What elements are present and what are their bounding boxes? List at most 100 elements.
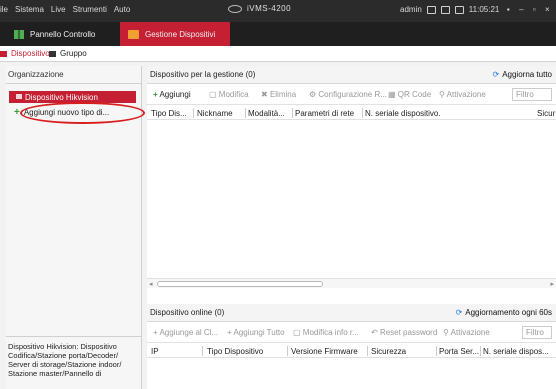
activation-label: Attivazione [450, 328, 490, 337]
edit-icon: ▢ [293, 328, 301, 337]
device-icon [0, 50, 7, 57]
reset-password-label: Reset password [379, 328, 438, 337]
refresh-icon: ⟳ [492, 70, 500, 79]
menu-auto[interactable]: Auto [114, 5, 130, 14]
plus-icon: + [153, 90, 158, 99]
qr-code-label: QR Code [397, 90, 432, 99]
managed-horizontal-scrollbar[interactable]: ◂ ▸ [147, 278, 556, 288]
edit-icon: ▢ [209, 90, 217, 99]
menu-file[interactable]: ile [0, 5, 8, 14]
managed-table-header: Tipo Dis... Nickname Modalità... Paramet… [147, 106, 556, 120]
modify-label: Modifica [218, 90, 249, 99]
device-icon [128, 29, 139, 39]
organization-panel: Organizzazione Dispositivo Hikvision + A… [6, 66, 145, 389]
add-all-button[interactable]: + Aggiungi Tutto [227, 328, 285, 337]
auto-refresh-label: Aggiornamento ogni 60s [465, 308, 552, 317]
remote-config-button[interactable]: ⚙ Configurazione R... [309, 90, 387, 99]
col-divider [292, 108, 293, 118]
col-firmware[interactable]: Versione Firmware [291, 347, 358, 356]
pin-button[interactable]: ▪ [504, 5, 512, 14]
col-divider [202, 346, 203, 356]
online-filter-input[interactable]: Filtro [522, 326, 552, 339]
maximize-button[interactable]: ▫ [530, 5, 538, 14]
reset-icon: ↶ [371, 328, 378, 337]
main-tabbar: Pannello Controllo Gestione Dispositivi [0, 22, 556, 46]
refresh-icon: ⟳ [455, 308, 463, 317]
tab-pannello-controllo[interactable]: Pannello Controllo [6, 22, 114, 46]
gear-icon: ⚙ [309, 90, 317, 99]
sub-tabbar: Dispositivo Gruppo [0, 46, 556, 62]
title-bar: ile Sistema Live Strumenti Auto iVMS-420… [0, 0, 556, 22]
organization-header: Organizzazione [6, 66, 141, 84]
subtab-label: Gruppo [60, 49, 87, 58]
col-serial[interactable]: N. seriale dispos... [483, 347, 549, 356]
managed-toolbar: + Aggiungi ▢ Modifica ✖ Elimina ⚙ Config… [147, 85, 556, 105]
plus-icon: + [153, 328, 158, 337]
device-type-description: Dispositivo Hikvision: Dispositivo Codif… [8, 342, 122, 378]
app-logo-icon [228, 5, 242, 13]
add-to-client-button[interactable]: + Aggiunge al Cl... [153, 328, 218, 337]
online-toolbar: + Aggiunge al Cl... + Aggiungi Tutto ▢ M… [147, 323, 556, 343]
qr-code-icon: ▦ [388, 90, 396, 99]
minimize-button[interactable]: – [517, 5, 525, 14]
activation-icon: ⚲ [443, 328, 449, 337]
col-divider [362, 108, 363, 118]
col-port[interactable]: Porta Ser... [439, 347, 479, 356]
annotation-circle [20, 102, 145, 124]
modify-button[interactable]: ▢ Modifica [209, 90, 249, 99]
col-divider [287, 346, 288, 356]
refresh-all-button[interactable]: ⟳ Aggiorna tutto [492, 70, 552, 79]
scroll-left-icon[interactable]: ◂ [149, 280, 153, 288]
message-icon[interactable] [440, 5, 450, 14]
divider [6, 336, 142, 337]
user-name[interactable]: admin [400, 5, 422, 14]
reset-password-button[interactable]: ↶ Reset password [371, 328, 437, 337]
add-all-label: Aggiungi Tutto [233, 328, 285, 337]
plus-icon: + [227, 328, 232, 337]
menu-live[interactable]: Live [51, 5, 66, 14]
tab-label: Pannello Controllo [30, 29, 96, 39]
col-serial[interactable]: N. seriale dispositivo. [365, 109, 441, 118]
col-security[interactable]: Sicurezza [371, 347, 406, 356]
plus-icon: + [14, 107, 20, 118]
auto-refresh-button[interactable]: ⟳ Aggiornamento ogni 60s [456, 308, 552, 317]
subtab-dispositivo[interactable]: Dispositivo [0, 49, 50, 58]
col-ip[interactable]: IP [151, 347, 159, 356]
menu-sistema[interactable]: Sistema [15, 5, 44, 14]
add-to-client-label: Aggiunge al Cl... [159, 328, 219, 337]
col-divider [245, 108, 246, 118]
scroll-right-icon[interactable]: ▸ [550, 280, 554, 288]
col-device-type[interactable]: Tipo Dispositivo [207, 347, 263, 356]
lock-icon[interactable] [426, 5, 436, 14]
activation-button[interactable]: ⚲ Attivazione [439, 90, 486, 99]
delete-label: Elimina [269, 90, 297, 99]
user-area: admin 11:05:21 ▪ – ▫ × [400, 5, 551, 14]
modify-network-button[interactable]: ▢ Modifica info r... [293, 328, 359, 337]
delete-button[interactable]: ✖ Elimina [261, 90, 296, 99]
subtab-gruppo[interactable]: Gruppo [49, 49, 87, 58]
col-network-params[interactable]: Parametri di rete [295, 109, 354, 118]
refresh-all-label: Aggiorna tutto [502, 70, 552, 79]
activation-button[interactable]: ⚲ Attivazione [443, 328, 490, 337]
qr-code-button[interactable]: ▦ QR Code [388, 90, 431, 99]
close-button[interactable]: × [543, 5, 551, 14]
col-nickname[interactable]: Nickname [197, 109, 233, 118]
add-button[interactable]: + Aggiungi [153, 90, 191, 99]
tab-gestione-dispositivi[interactable]: Gestione Dispositivi [120, 22, 230, 46]
col-divider [480, 346, 481, 356]
managed-devices-title: Dispositivo per la gestione (0) [150, 70, 256, 79]
scrollbar-thumb[interactable] [157, 281, 323, 287]
managed-filter-input[interactable]: Filtro [512, 88, 552, 101]
col-device-type[interactable]: Tipo Dis... [151, 109, 187, 118]
col-divider [367, 346, 368, 356]
col-mode[interactable]: Modalità... [248, 109, 285, 118]
modify-network-label: Modifica info r... [302, 328, 359, 337]
menu-strumenti[interactable]: Strumenti [73, 5, 107, 14]
tab-label: Gestione Dispositivi [145, 29, 216, 39]
col-security[interactable]: Sicur [537, 109, 555, 118]
grid-icon [14, 29, 24, 39]
managed-devices-header: Dispositivo per la gestione (0) ⟳ Aggior… [147, 66, 556, 84]
activation-icon: ⚲ [439, 90, 445, 99]
device-management-panel: Dispositivo per la gestione (0) ⟳ Aggior… [147, 66, 556, 389]
online-table-header: IP Tipo Dispositivo Versione Firmware Si… [147, 344, 556, 358]
